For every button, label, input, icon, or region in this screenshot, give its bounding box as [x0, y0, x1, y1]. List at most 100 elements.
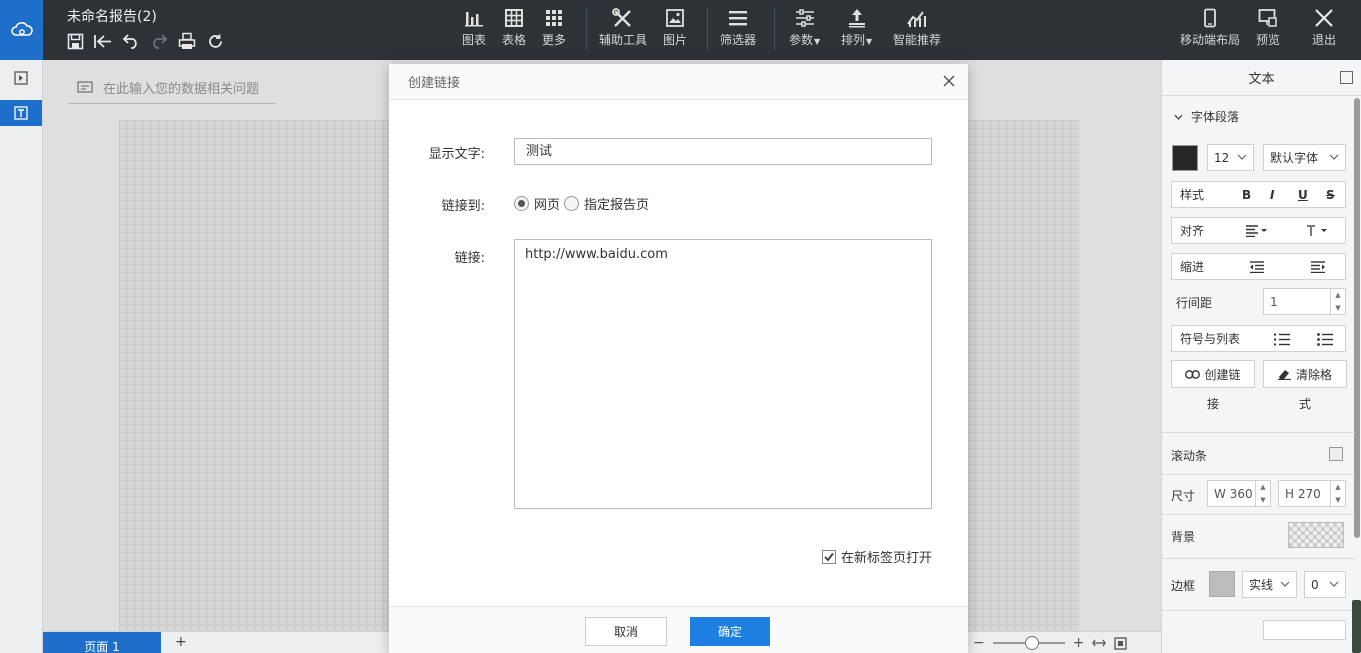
refresh-icon[interactable]: [204, 30, 226, 52]
bold-button[interactable]: B: [1242, 188, 1251, 202]
tool-aux[interactable]: 辅助工具: [599, 8, 647, 48]
chevron-down-icon: [1174, 114, 1183, 120]
cancel-button[interactable]: 取消: [585, 617, 667, 646]
toolbar-divider: [586, 8, 587, 50]
clear-format-button[interactable]: 清除格: [1263, 360, 1347, 388]
redo-icon[interactable]: [148, 30, 170, 52]
tool-chart[interactable]: 图表: [462, 8, 486, 48]
panel-scrollbar[interactable]: [1354, 98, 1360, 538]
zoom-slider-knob[interactable]: [1024, 636, 1039, 650]
border-width-select[interactable]: 0: [1304, 571, 1346, 598]
step-up-icon[interactable]: ▲: [1331, 289, 1345, 302]
panel-divider: [1162, 558, 1355, 559]
valign-top-icon[interactable]: [1306, 225, 1328, 237]
step-up-icon[interactable]: ▲: [1256, 481, 1270, 494]
radio-webpage-label[interactable]: 网页: [534, 194, 560, 213]
display-text-input[interactable]: 测试: [514, 138, 932, 165]
underline-button[interactable]: U: [1298, 188, 1308, 202]
tool-arrange[interactable]: 排列▼: [841, 8, 872, 48]
tool-more[interactable]: 更多: [542, 8, 566, 48]
resize-grip[interactable]: [1352, 600, 1361, 653]
collapse-panel-icon[interactable]: [1340, 71, 1353, 84]
section-title-label: 字体段落: [1191, 110, 1240, 124]
radio-webpage[interactable]: [514, 196, 529, 211]
font-family-select[interactable]: 默认字体: [1263, 144, 1346, 171]
radio-report-page[interactable]: [564, 196, 580, 211]
tool-preview-label: 预览: [1256, 33, 1281, 47]
fit-width-icon[interactable]: [1092, 637, 1107, 649]
ask-data-input[interactable]: 在此输入您的数据相关问题: [69, 72, 275, 104]
panel-divider: [1162, 474, 1355, 475]
clear-format-label-wrap: 式: [1299, 397, 1312, 411]
font-family-value: 默认字体: [1270, 151, 1319, 165]
page-tab-1[interactable]: 页面 1: [43, 632, 161, 653]
height-stepper[interactable]: H 270 ▲ ▼: [1278, 480, 1346, 507]
tool-mobile-layout[interactable]: 移动端布局: [1180, 8, 1240, 48]
tool-filter[interactable]: 筛选器: [720, 8, 756, 48]
arrange-up-icon: [848, 9, 865, 28]
step-up-icon[interactable]: ▲: [1331, 481, 1345, 494]
tool-smart[interactable]: 智能推荐: [893, 8, 941, 48]
border-width-value: 0: [1311, 577, 1319, 592]
tool-preview[interactable]: 预览: [1256, 8, 1280, 48]
indent-label: 缩进: [1180, 260, 1205, 274]
zoom-out-button[interactable]: −: [973, 635, 985, 651]
indent-icon[interactable]: [1311, 261, 1325, 273]
close-icon[interactable]: [940, 72, 958, 90]
border-style-select[interactable]: 实线: [1242, 571, 1297, 598]
width-stepper[interactable]: W 360 ▲ ▼: [1207, 480, 1271, 507]
next-row-select[interactable]: [1263, 620, 1346, 640]
style-label: 样式: [1180, 188, 1205, 202]
numbered-list-icon[interactable]: [1274, 333, 1290, 346]
outdent-icon[interactable]: [1250, 261, 1264, 273]
chat-icon: [77, 80, 93, 93]
zoom-in-button[interactable]: +: [1073, 635, 1085, 651]
cloud-logo-icon[interactable]: [0, 0, 43, 60]
width-value: W 360: [1214, 486, 1253, 501]
back-to-list-icon[interactable]: [92, 30, 114, 52]
font-color-picker[interactable]: [1172, 145, 1198, 171]
confirm-button[interactable]: 确定: [690, 617, 770, 646]
expand-panel-icon[interactable]: [0, 65, 42, 91]
smart-chart-icon: [907, 11, 926, 27]
line-spacing-stepper[interactable]: 1 ▲ ▼: [1263, 288, 1346, 315]
tool-image[interactable]: 图片: [663, 8, 687, 48]
create-link-button[interactable]: 创建链: [1171, 360, 1255, 388]
scrollbar-label: 滚动条: [1171, 449, 1208, 463]
dialog-footer: 取消 确定: [389, 606, 968, 653]
link-url-textarea[interactable]: http://www.baidu.com: [514, 239, 932, 509]
fit-screen-icon[interactable]: [1114, 636, 1128, 650]
close-icon: [1315, 9, 1333, 27]
bullet-list-icon[interactable]: [1317, 333, 1333, 346]
open-new-tab-checkbox[interactable]: [821, 549, 836, 564]
radio-report-page-label[interactable]: 指定报告页: [584, 194, 649, 213]
scrollbar-checkbox[interactable]: [1329, 447, 1343, 461]
tool-exit[interactable]: 退出: [1312, 8, 1336, 48]
border-color-picker[interactable]: [1209, 571, 1235, 597]
background-label: 背景: [1171, 530, 1196, 544]
tools-icon: [612, 8, 631, 27]
step-down-icon[interactable]: ▼: [1331, 494, 1345, 507]
step-down-icon[interactable]: ▼: [1256, 494, 1270, 507]
strikethrough-button[interactable]: S: [1326, 188, 1335, 202]
report-title[interactable]: 未命名报告(2): [67, 6, 157, 26]
save-icon[interactable]: [64, 30, 86, 52]
add-page-button[interactable]: +: [175, 634, 187, 650]
step-down-icon[interactable]: ▼: [1331, 302, 1345, 315]
align-left-icon[interactable]: [1246, 225, 1268, 237]
print-icon[interactable]: [176, 30, 198, 52]
grid-dots-icon: [546, 10, 562, 26]
open-new-tab-option[interactable]: 在新标签页打开: [821, 547, 932, 566]
italic-button[interactable]: I: [1270, 188, 1274, 202]
text-component-icon[interactable]: [0, 100, 42, 126]
zoom-slider[interactable]: [992, 636, 1065, 650]
tool-params[interactable]: 参数▼: [789, 8, 820, 48]
background-color-picker[interactable]: [1288, 522, 1344, 548]
font-paragraph-section[interactable]: 字体段落: [1174, 108, 1239, 125]
tool-mobile-label: 移动端布局: [1180, 33, 1241, 47]
undo-icon[interactable]: [120, 30, 142, 52]
tool-more-label: 更多: [542, 33, 567, 47]
tool-table[interactable]: 表格: [502, 8, 526, 48]
panel-divider: [1162, 432, 1355, 433]
font-size-select[interactable]: 12: [1207, 144, 1254, 171]
